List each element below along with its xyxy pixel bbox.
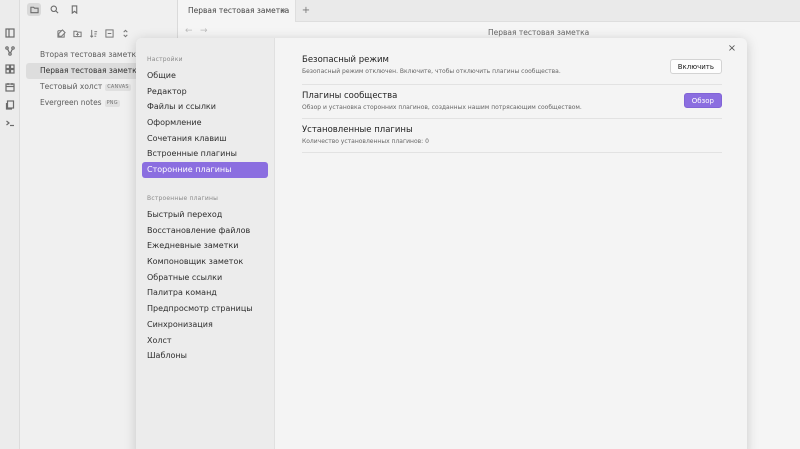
nav-hotkeys[interactable]: Сочетания клавиш — [142, 131, 268, 147]
files-tab-icon[interactable] — [27, 3, 41, 16]
setting-community-plugins: Плагины сообщества Обзор и установка сто… — [302, 85, 722, 119]
file-type-badge: CANVAS — [105, 84, 131, 91]
terminal-icon[interactable] — [4, 117, 16, 129]
nav-backlinks[interactable]: Обратные ссылки — [142, 270, 268, 286]
setting-title: Установленные плагины — [302, 125, 413, 135]
settings-modal: Настройки Общие Редактор Файлы и ссылки … — [136, 38, 747, 449]
section-title-settings: Настройки — [147, 56, 183, 63]
nav-templates[interactable]: Шаблоны — [142, 348, 268, 364]
nav-appearance[interactable]: Оформление — [142, 115, 268, 131]
nav-note-composer[interactable]: Компоновщик заметок — [142, 254, 268, 270]
left-ribbon — [0, 0, 20, 449]
settings-sidebar: Настройки Общие Редактор Файлы и ссылки … — [136, 38, 275, 449]
setting-description: Обзор и установка сторонних плагинов, со… — [302, 104, 582, 111]
canvas-icon[interactable] — [4, 63, 16, 75]
nav-editor[interactable]: Редактор — [142, 84, 268, 100]
nav-file-recovery[interactable]: Восстановление файлов — [142, 223, 268, 239]
collapse-all-icon[interactable] — [102, 27, 116, 39]
browse-plugins-button[interactable]: Обзор — [683, 93, 722, 108]
nav-command-palette[interactable]: Палитра команд — [142, 285, 268, 301]
setting-description: Количество установленных плагинов: 0 — [302, 138, 429, 145]
file-name: Evergreen notes — [40, 98, 102, 107]
calendar-icon[interactable] — [4, 81, 16, 93]
bookmark-icon[interactable] — [67, 3, 81, 16]
new-note-icon[interactable] — [54, 27, 68, 39]
new-tab-icon[interactable]: + — [300, 0, 312, 22]
section-title-core-plugins: Встроенные плагины — [147, 195, 219, 202]
sort-icon[interactable] — [86, 27, 100, 39]
settings-content: Безопасный режим Безопасный режим отключ… — [302, 55, 722, 153]
graph-view-icon[interactable] — [4, 45, 16, 57]
setting-description: Безопасный режим отключен. Включите, что… — [302, 68, 561, 75]
templates-icon[interactable] — [4, 99, 16, 111]
back-arrow-icon[interactable]: ← — [185, 26, 193, 36]
nav-page-preview[interactable]: Предпросмотр страницы — [142, 301, 268, 317]
tab-label: Первая тестовая заметка — [188, 6, 290, 15]
nav-general[interactable]: Общие — [142, 68, 268, 84]
nav-sync[interactable]: Синхронизация — [142, 317, 268, 333]
file-name: Первая тестовая заметка — [40, 66, 142, 75]
close-tab-icon[interactable]: × — [280, 0, 287, 22]
file-type-badge: PNG — [104, 100, 120, 107]
new-folder-icon[interactable] — [70, 27, 84, 39]
file-name: Тестовый холст — [40, 82, 103, 91]
switcher-icon[interactable] — [4, 27, 16, 39]
setting-title: Безопасный режим — [302, 55, 389, 65]
expand-collapse-icon[interactable] — [118, 27, 132, 39]
tab-bar: Первая тестовая заметка × + — [178, 0, 800, 22]
enable-safe-mode-button[interactable]: Включить — [669, 59, 722, 74]
settings-nav: Общие Редактор Файлы и ссылки Оформление… — [142, 68, 268, 178]
setting-installed-plugins: Установленные плагины Количество установ… — [302, 119, 722, 153]
file-name: Вторая тестовая заметка — [40, 50, 141, 59]
note-title[interactable]: Первая тестовая заметка — [488, 28, 589, 37]
tab-active-note[interactable]: Первая тестовая заметка × — [178, 0, 296, 22]
setting-title: Плагины сообщества — [302, 91, 398, 101]
nav-quick-switcher[interactable]: Быстрый переход — [142, 207, 268, 223]
nav-core-plugins[interactable]: Встроенные плагины — [142, 146, 268, 162]
setting-safe-mode: Безопасный режим Безопасный режим отключ… — [302, 55, 722, 85]
nav-files-links[interactable]: Файлы и ссылки — [142, 99, 268, 115]
nav-canvas[interactable]: Холст — [142, 333, 268, 349]
forward-arrow-icon[interactable]: → — [200, 26, 208, 36]
nav-daily-notes[interactable]: Ежедневные заметки — [142, 238, 268, 254]
close-settings-icon[interactable]: × — [726, 43, 738, 55]
core-plugins-nav: Быстрый переход Восстановление файлов Еж… — [142, 207, 268, 364]
nav-community-plugins[interactable]: Сторонние плагины — [142, 162, 268, 178]
search-icon[interactable] — [47, 3, 61, 16]
